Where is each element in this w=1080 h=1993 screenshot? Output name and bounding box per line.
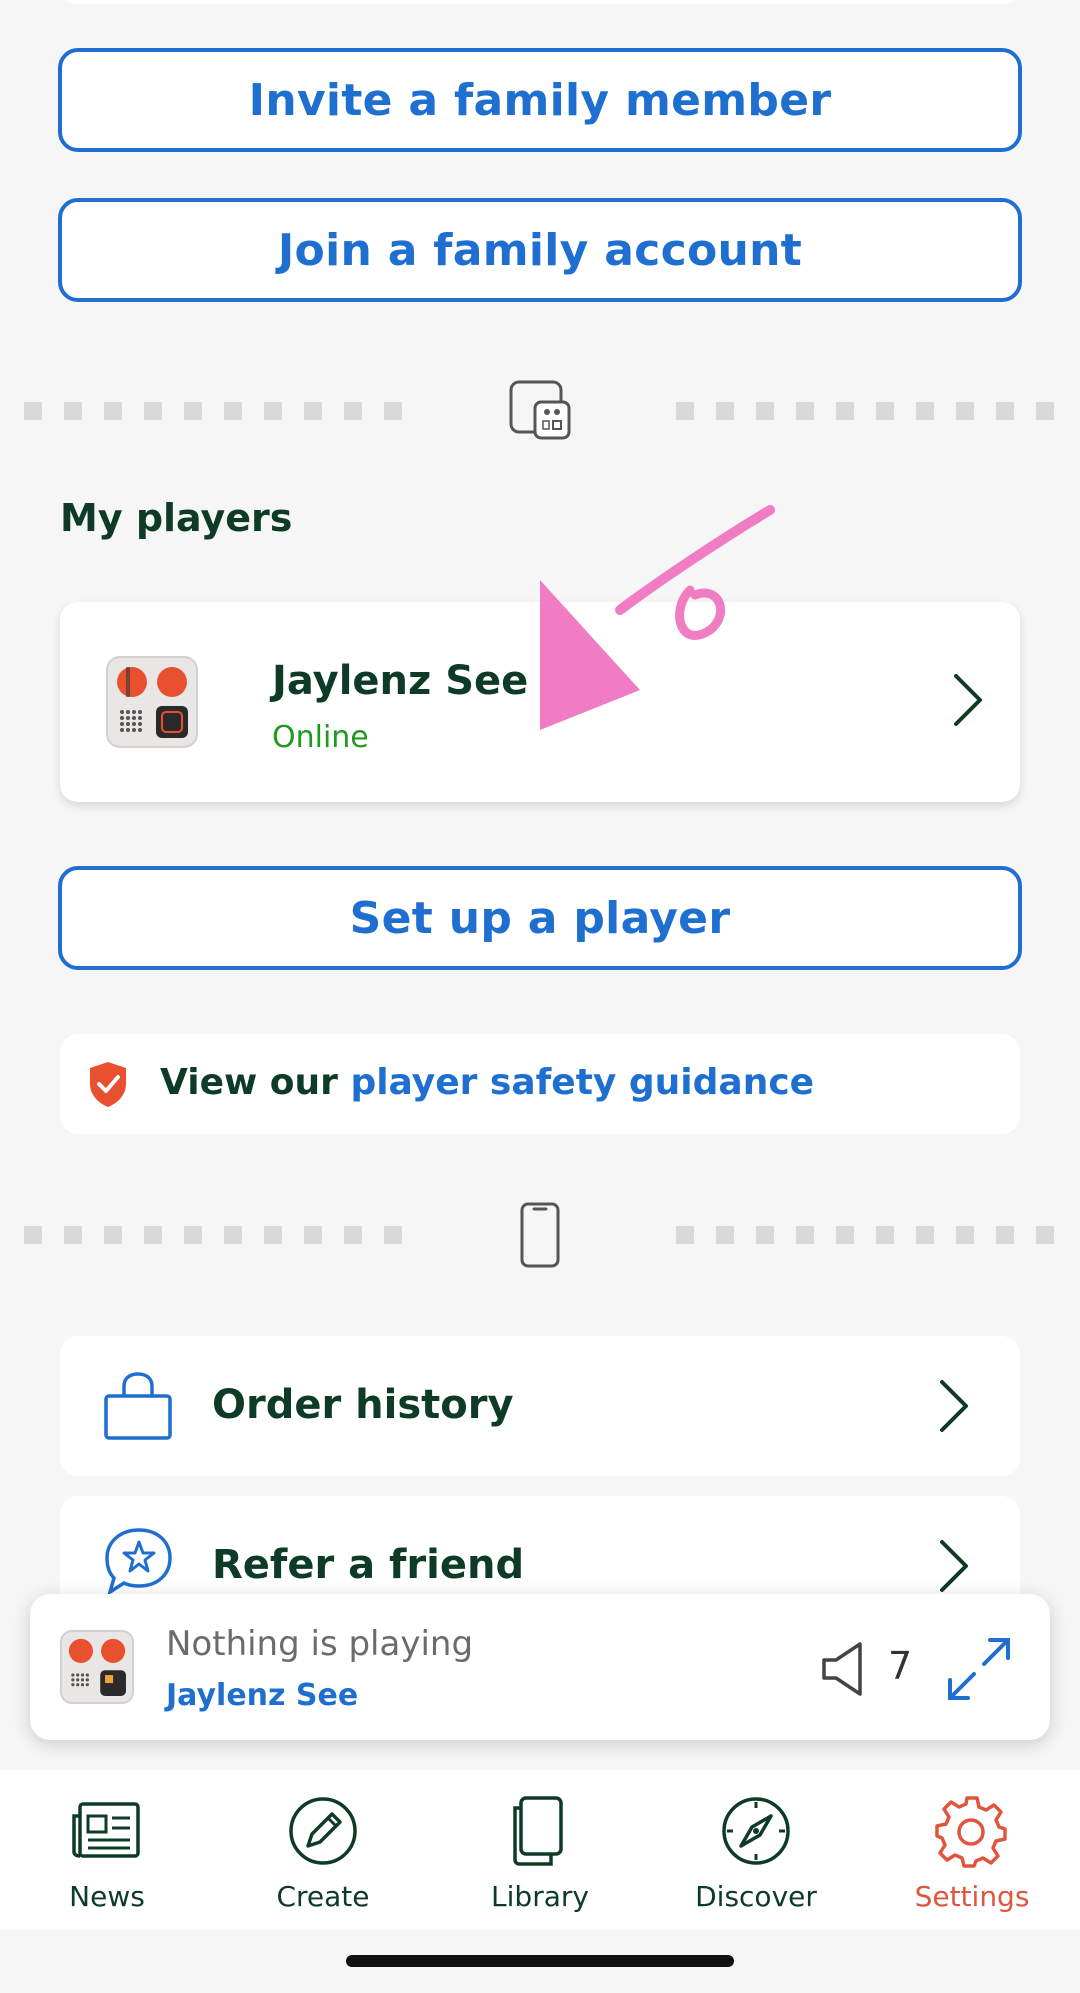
tab-label: Create [276, 1880, 370, 1913]
cards-icon [513, 1796, 563, 1866]
mini-player[interactable]: Nothing is playing Jaylenz See 7 [30, 1594, 1050, 1740]
pencil-circle-icon [289, 1797, 357, 1865]
mini-player-status: Nothing is playing [166, 1624, 474, 1664]
shield-check-icon [90, 1062, 126, 1107]
join-family-account-button[interactable]: Join a family account [58, 198, 1022, 302]
tab-label: News [69, 1880, 145, 1913]
menu-label-refer-friend: Refer a friend [212, 1542, 525, 1588]
phone-icon [505, 1200, 575, 1270]
mini-player-device-name[interactable]: Jaylenz See [166, 1678, 358, 1713]
menu-item-order-history[interactable]: Order history [60, 1336, 1020, 1476]
my-players-title: My players [60, 496, 293, 540]
previous-card-edge [60, 0, 1020, 4]
set-up-player-button[interactable]: Set up a player [58, 866, 1022, 970]
tab-create[interactable]: Create [223, 1794, 423, 1924]
tab-label: Settings [914, 1880, 1030, 1913]
player-thumbnail-icon [106, 656, 198, 748]
tab-label: Discover [695, 1880, 817, 1913]
star-chat-icon [105, 1528, 172, 1596]
invite-family-member-button[interactable]: Invite a family member [58, 48, 1022, 152]
chevron-right-icon [940, 1380, 968, 1432]
menu-label-order-history: Order history [212, 1382, 514, 1428]
player-name: Jaylenz See [272, 658, 529, 704]
hidden-menu-row [60, 1740, 1020, 1760]
tab-library[interactable]: Library [440, 1794, 640, 1924]
home-indicator [346, 1955, 734, 1967]
section-divider-players [0, 376, 1080, 446]
volume-icon[interactable] [820, 1640, 874, 1698]
tab-settings[interactable]: Settings [872, 1794, 1072, 1924]
chevron-right-icon [940, 1540, 968, 1592]
player-device-icon [505, 376, 575, 446]
player-status: Online [272, 720, 369, 755]
tab-discover[interactable]: Discover [656, 1794, 856, 1924]
compass-icon [722, 1797, 790, 1865]
safety-prefix: View our [160, 1062, 351, 1103]
bottom-tab-bar: News Create Library Discover Settings [0, 1770, 1080, 1930]
tab-news[interactable]: News [7, 1794, 207, 1924]
safety-text: View our player safety guidance [160, 1062, 814, 1103]
newspaper-icon [72, 1802, 140, 1858]
annotation-arrow-icon [540, 505, 775, 730]
gear-icon [935, 1796, 1007, 1868]
chevron-right-icon [954, 674, 982, 726]
tab-label: Library [491, 1880, 589, 1913]
section-divider-app [0, 1200, 1080, 1270]
safety-guidance-card: View our player safety guidance [60, 1034, 1020, 1134]
mini-player-thumbnail-icon [60, 1630, 134, 1704]
shopping-bag-icon [104, 1372, 172, 1440]
expand-icon[interactable] [946, 1636, 1012, 1702]
volume-level: 7 [888, 1644, 913, 1688]
safety-guidance-link[interactable]: player safety guidance [350, 1062, 814, 1103]
